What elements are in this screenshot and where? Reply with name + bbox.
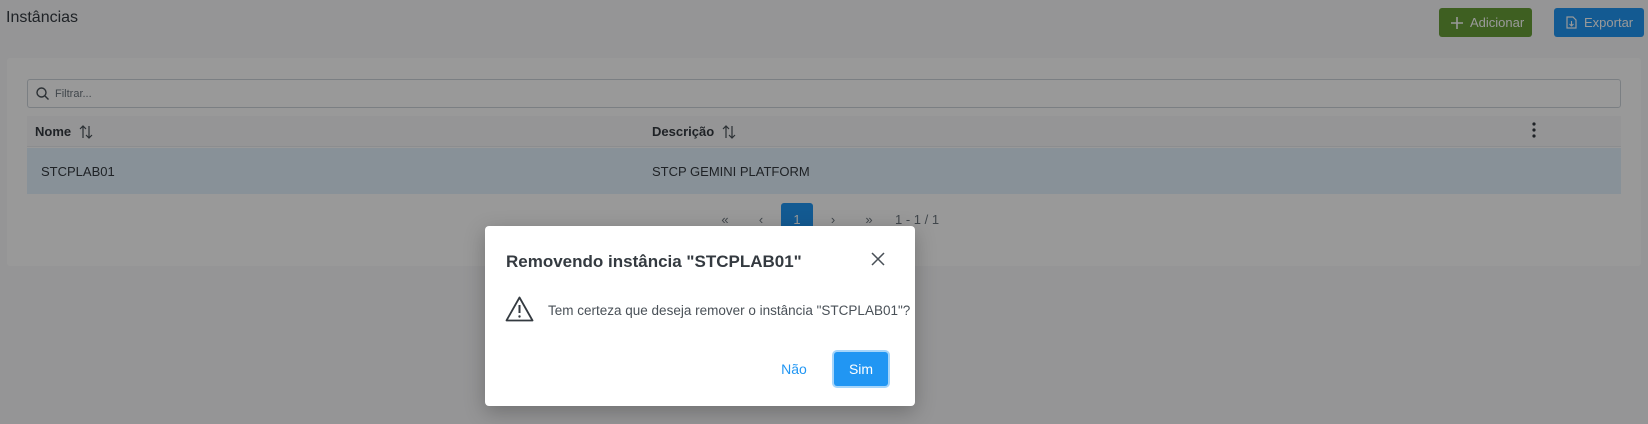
no-button[interactable]: Não — [769, 352, 819, 386]
dialog-title: Removendo instância "STCPLAB01" — [506, 252, 802, 271]
yes-button[interactable]: Sim — [834, 352, 888, 386]
confirm-dialog: Removendo instância "STCPLAB01" Tem cert… — [485, 226, 915, 406]
close-icon[interactable] — [871, 252, 885, 266]
warning-icon — [505, 296, 534, 322]
dialog-message: Tem certeza que deseja remover o instânc… — [548, 303, 911, 318]
